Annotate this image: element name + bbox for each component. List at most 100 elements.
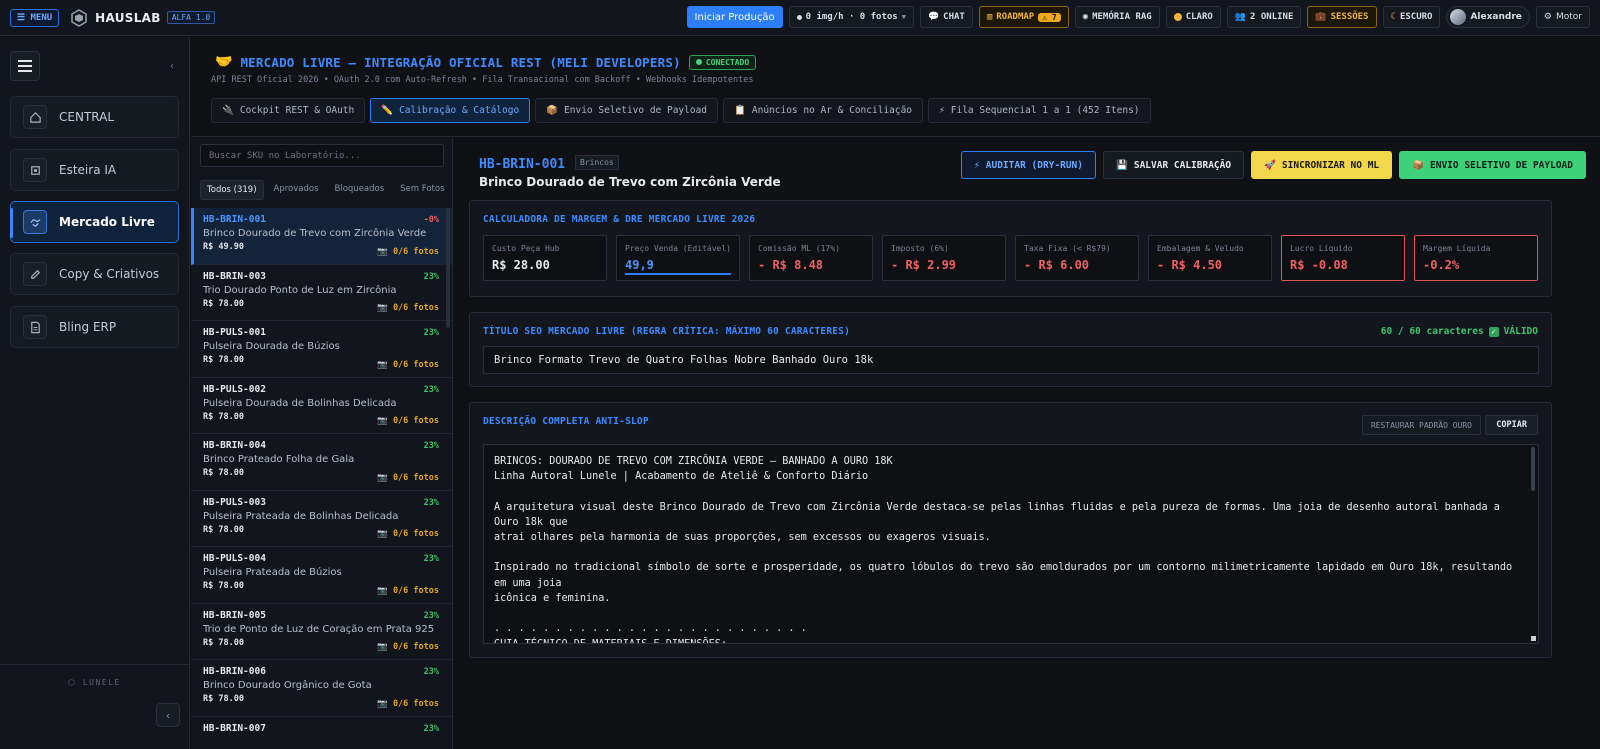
start-production-button[interactable]: Iniciar Produção xyxy=(686,6,783,28)
description-line: Linha Autoral Lunele | Acabamento de Ate… xyxy=(494,471,869,483)
audit-label: AUDITAR (DRY-RUN) xyxy=(985,159,1083,171)
list-item[interactable]: HB-BRIN-006 23% Brinco Dourado Orgânico de… xyxy=(191,660,452,717)
seo-title-input[interactable]: Brinco Formato Trevo de Quatro Folhas No… xyxy=(483,346,1539,374)
item-margin: 23% xyxy=(423,384,439,395)
item-photos: 📷 0/6 fotos xyxy=(377,247,439,257)
filter-all[interactable]: Todos (319) xyxy=(200,180,264,200)
list-item[interactable]: HB-PULS-001 23% Pulseira Dourada de Búzios… xyxy=(191,321,452,378)
footer-brand-label: LUNELE xyxy=(82,678,121,687)
menu-button[interactable]: ☰ MENU xyxy=(10,8,60,27)
item-name: Pulseira Dourada de Búzios xyxy=(203,341,340,352)
tab-anuncios[interactable]: 📋 Anúncios no Ar & Conciliação xyxy=(723,98,924,123)
tab-calibracao[interactable]: ✏️ Calibração & Catálogo xyxy=(370,98,531,123)
item-name: Brinco Dourado Orgânico de Gota xyxy=(203,680,372,691)
item-photos-label: 0/6 fotos xyxy=(392,246,439,257)
moon-icon: ☾ xyxy=(1390,12,1396,22)
tab-fila-sequencial[interactable]: ⚡ Fila Sequencial 1 a 1 (452 Itens) xyxy=(928,98,1151,123)
resize-handle[interactable] xyxy=(1531,636,1536,641)
collapse-sidebar-icon[interactable]: ‹ xyxy=(170,61,174,72)
throughput-dropdown[interactable]: 0 img/h · 0 fotos ▼ xyxy=(788,6,914,28)
search-input[interactable]: Buscar SKU no Laboratório... xyxy=(200,144,444,167)
package-icon: 📦 xyxy=(546,105,559,116)
engine-menu[interactable]: ⚙ Motor xyxy=(1535,6,1590,28)
tab-label: Anúncios no Ar & Conciliação xyxy=(751,105,913,116)
list-item[interactable]: HB-BRIN-005 23% Trio de Ponto de Luz de Co… xyxy=(191,604,452,660)
top-bar: ☰ MENU HAUSLAB ALFA 1.0 Iniciar Produção… xyxy=(0,0,1600,36)
tab-envio-seletivo[interactable]: 📦 Envio Seletivo de Payload xyxy=(535,98,719,123)
item-name: Pulseira Dourada de Bolinhas Delicada xyxy=(203,397,397,409)
list-item[interactable]: HB-PULS-003 23% Pulseira Prateada de Bolin… xyxy=(191,491,452,547)
sync-ml-button[interactable]: 🚀 SINCRONIZAR NO ML xyxy=(1251,151,1393,179)
description-line xyxy=(494,606,1528,621)
save-calibration-button[interactable]: 💾 SALVAR CALIBRAÇÃO xyxy=(1103,151,1245,179)
sessions-button[interactable]: 💼 SESSÕES xyxy=(1307,6,1377,28)
product-detail: HB-BRIN-001 Brincos Brinco Dourado de Tr… xyxy=(454,138,1600,749)
list-scrollbar[interactable] xyxy=(446,208,450,328)
chat-button[interactable]: 💬 CHAT xyxy=(919,6,973,28)
item-margin: 23% xyxy=(423,667,439,677)
metric-value: -0.2% xyxy=(1423,258,1460,272)
list-item[interactable]: HB-BRIN-003 23% Trio Dourado Ponto de Luz … xyxy=(191,265,452,321)
list-item[interactable]: HB-PULS-004 23% Pulseira Prateada de Búzio… xyxy=(191,547,452,604)
sidebar-item-bling-erp[interactable]: Bling ERP xyxy=(10,306,179,348)
restore-default-button[interactable]: RESTAURAR PADRÃO OURO xyxy=(1361,415,1481,435)
description-scrollbar[interactable] xyxy=(1531,447,1535,491)
item-margin: 23% xyxy=(423,554,439,564)
item-photos-label: 0/6 fotos xyxy=(392,529,439,539)
sidebar-item-copy-criativos[interactable]: Copy & Criativos xyxy=(10,253,179,295)
sku-list-panel: Buscar SKU no Laboratório... Todos (319)… xyxy=(191,138,453,749)
sidebar-item-mercado-livre[interactable]: Mercado Livre xyxy=(10,201,179,243)
throughput-label: 0 img/h · 0 fotos xyxy=(805,12,898,22)
sidebar-item-label: Mercado Livre xyxy=(59,215,155,229)
roadmap-button[interactable]: ▥ ROADMAP ⚠ 7 xyxy=(978,6,1069,28)
list-item[interactable]: HB-PULS-002 23% Pulseira Dourada de Bolinh… xyxy=(191,378,452,434)
margin-calculator-panel: CALCULADORA DE MARGEM & DRE MERCADO LIVR… xyxy=(469,200,1552,297)
item-sku: HB-BRIN-007 xyxy=(203,722,266,734)
user-menu[interactable]: Alexandre xyxy=(1446,6,1530,28)
light-theme-button[interactable]: CLARO xyxy=(1165,6,1221,28)
description-line: GUIA TÉCNICO DE MATERIAIS E DIMENSÕES: xyxy=(494,637,1528,643)
metric-cost: Custo Peça Hub R$ 28.00 xyxy=(483,235,607,281)
filter-no-photos[interactable]: Sem Fotos xyxy=(394,180,450,200)
item-margin: 23% xyxy=(423,441,439,451)
product-sku: HB-BRIN-001 xyxy=(479,157,566,172)
send-label: ENVIO SELETIVO DE PAYLOAD xyxy=(1430,159,1573,171)
item-photos-label: 0/6 fotos xyxy=(392,585,439,596)
hamburger-button[interactable] xyxy=(10,51,40,81)
metric-fixed-fee: Taxa Fixa (< R$79) - R$ 6.00 xyxy=(1015,235,1139,281)
tab-label: Calibração & Catálogo xyxy=(399,105,520,116)
item-sku: HB-BRIN-005 xyxy=(203,609,266,621)
filter-blocked[interactable]: Bloqueados xyxy=(329,180,391,200)
item-sku: HB-BRIN-004 xyxy=(203,440,266,451)
copy-button[interactable]: COPIAR xyxy=(1485,415,1538,435)
description-line: atrai olhares pela harmonia de suas prop… xyxy=(494,532,991,544)
memory-rag-button[interactable]: ◉ MEMÓRIA RAG xyxy=(1074,6,1160,28)
audit-button[interactable]: ⚡ AUDITAR (DRY-RUN) xyxy=(961,151,1096,179)
tab-cockpit[interactable]: 🔌 Cockpit REST & OAuth xyxy=(211,98,366,123)
filter-approved[interactable]: Aprovados xyxy=(268,180,325,200)
roadmap-label: ROADMAP xyxy=(996,12,1035,22)
dark-theme-button[interactable]: ☾ ESCURO xyxy=(1382,6,1441,28)
list-item[interactable]: HB-BRIN-007 23% xyxy=(191,717,452,749)
metric-packaging: Embalagem & Veludo - R$ 4.50 xyxy=(1148,235,1272,281)
collapse-sidebar-button[interactable]: ‹ xyxy=(156,703,180,727)
sale-price-input[interactable]: 49,9 xyxy=(625,258,731,275)
send-payload-button[interactable]: 📦 ENVIO SELETIVO DE PAYLOAD xyxy=(1399,151,1586,179)
description-line: icônica e feminina. xyxy=(494,593,611,605)
sidebar-item-central[interactable]: CENTRAL xyxy=(10,96,179,138)
metric-sale-price[interactable]: Preço Venda (Editável) 49,9 xyxy=(616,235,740,281)
metric-value: R$ -0.08 xyxy=(1290,258,1348,272)
list-item[interactable]: HB-BRIN-004 23% Brinco Prateado Folha de G… xyxy=(191,434,452,491)
metric-label: Custo Peça Hub xyxy=(492,244,560,253)
item-name: Trio de Ponto de Luz de Coração em Prata… xyxy=(203,623,435,635)
online-users-button[interactable]: 👥 2 ONLINE xyxy=(1226,6,1302,28)
metric-label: Margem Líquida xyxy=(1423,244,1491,253)
seo-validation: 60 / 60 caracteres ✓ VÁLIDO xyxy=(1381,326,1538,337)
rocket-icon: 🚀 xyxy=(1264,159,1276,171)
metric-label: Taxa Fixa (< R$79) xyxy=(1024,244,1111,253)
item-margin: 23% xyxy=(423,723,439,734)
sidebar-item-esteira-ia[interactable]: Esteira IA xyxy=(10,149,179,191)
description-textarea[interactable]: BRINCOS: DOURADO DE TREVO COM ZIRCÔNIA V… xyxy=(483,444,1539,644)
list-item[interactable]: HB-BRIN-001 -0% Brinco Dourado de Trevo co… xyxy=(191,208,452,265)
metric-value: - R$ 8.48 xyxy=(758,258,824,272)
